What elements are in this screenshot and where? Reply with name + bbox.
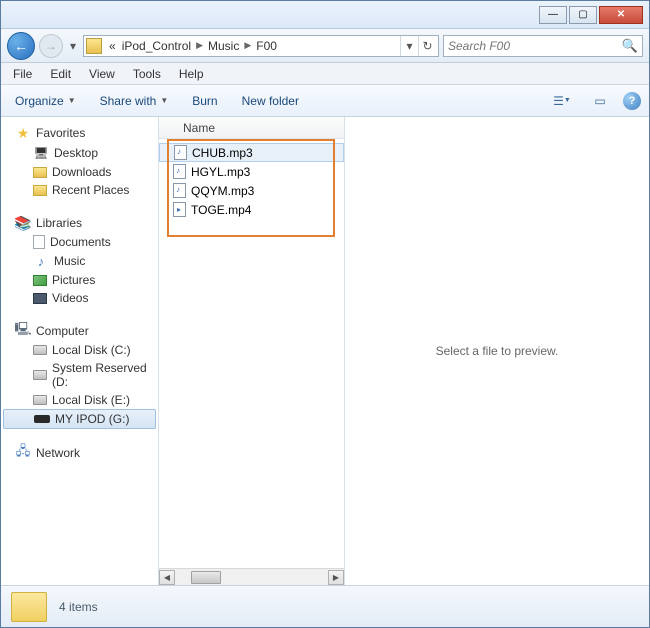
videos-icon [33,293,47,304]
disk-icon [33,395,47,405]
desktop-icon: 🖥 [33,145,49,161]
preview-pane: Select a file to preview. [345,117,649,585]
navigation-pane: ★Favorites 🖥Desktop Downloads Recent Pla… [1,117,159,585]
audio-file-icon [174,145,187,160]
file-list: CHUB.mp3 HGYL.mp3 QQYM.mp3 TOGE.mp4 [159,139,344,568]
folder-icon [33,167,47,178]
file-name: CHUB.mp3 [192,146,253,160]
nav-disk-d[interactable]: System Reserved (D: [1,359,158,391]
file-name: HGYL.mp3 [191,165,250,179]
address-dropdown[interactable]: ▾ [400,36,418,56]
network-icon: 🖧 [15,445,31,461]
menu-view[interactable]: View [81,65,123,83]
status-bar: 4 items [1,585,649,627]
file-list-pane: Name CHUB.mp3 HGYL.mp3 QQYM.mp3 TOGE.mp4… [159,117,345,585]
computer-icon: 🖳 [15,323,31,339]
nav-music[interactable]: ♪Music [1,251,158,271]
nav-pictures[interactable]: Pictures [1,271,158,289]
nav-disk-e[interactable]: Local Disk (E:) [1,391,158,409]
menu-edit[interactable]: Edit [42,65,79,83]
burn-button[interactable]: Burn [186,90,223,112]
breadcrumb-segment[interactable]: iPod_Control [119,39,194,53]
close-button[interactable]: ✕ [599,6,643,24]
computer-header[interactable]: 🖳Computer [1,321,158,341]
content-area: ★Favorites 🖥Desktop Downloads Recent Pla… [1,117,649,585]
nav-videos[interactable]: Videos [1,289,158,307]
libraries-header[interactable]: 📚Libraries [1,213,158,233]
music-icon: ♪ [33,253,49,269]
breadcrumb-segment[interactable]: F00 [253,39,280,53]
file-row[interactable]: QQYM.mp3 [159,181,344,200]
network-header[interactable]: 🖧Network [1,443,158,463]
folder-large-icon [11,592,47,622]
refresh-button[interactable]: ↻ [418,36,436,56]
breadcrumb-prefix[interactable]: « [106,39,119,53]
menu-help[interactable]: Help [171,65,212,83]
breadcrumb-separator: ▶ [194,40,205,51]
nav-desktop[interactable]: 🖥Desktop [1,143,158,163]
nav-disk-c[interactable]: Local Disk (C:) [1,341,158,359]
minimize-button[interactable]: — [539,6,567,24]
ipod-icon [34,415,50,423]
command-bar: Organize▼ Share with▼ Burn New folder ☰ … [1,85,649,117]
scroll-left-button[interactable]: ◀ [159,570,175,585]
preview-empty-text: Select a file to preview. [436,344,559,358]
folder-icon [33,185,47,196]
new-folder-button[interactable]: New folder [236,90,305,112]
forward-button[interactable]: → [39,34,63,58]
scroll-thumb[interactable] [191,571,221,584]
maximize-button[interactable]: ▢ [569,6,597,24]
file-row[interactable]: HGYL.mp3 [159,162,344,181]
video-file-icon [173,202,186,217]
breadcrumb-separator: ▶ [242,40,253,51]
item-count: 4 items [59,600,98,614]
help-button[interactable]: ? [623,92,641,110]
star-icon: ★ [15,125,31,141]
file-name: QQYM.mp3 [191,184,254,198]
audio-file-icon [173,164,186,179]
search-box[interactable]: 🔍 [443,35,643,57]
search-input[interactable] [448,39,622,53]
nav-history-dropdown[interactable]: ▾ [67,36,79,56]
view-options-button[interactable]: ☰ ▼ [547,90,577,112]
file-row[interactable]: CHUB.mp3 [159,143,344,162]
organize-button[interactable]: Organize▼ [9,90,82,112]
menu-tools[interactable]: Tools [125,65,169,83]
nav-ipod[interactable]: MY IPOD (G:) [3,409,156,429]
column-header-name[interactable]: Name [159,117,344,139]
scroll-right-button[interactable]: ▶ [328,570,344,585]
pictures-icon [33,275,47,286]
libraries-icon: 📚 [15,215,31,231]
title-bar: — ▢ ✕ [1,1,649,29]
folder-icon [86,38,102,54]
share-button[interactable]: Share with▼ [94,90,175,112]
audio-file-icon [173,183,186,198]
address-bar[interactable]: « iPod_Control ▶ Music ▶ F00 ▾ ↻ [83,35,439,57]
preview-pane-button[interactable]: ▭ [585,90,615,112]
disk-icon [33,345,47,355]
horizontal-scrollbar[interactable]: ◀ ▶ [159,568,344,585]
favorites-header[interactable]: ★Favorites [1,123,158,143]
document-icon [33,235,45,249]
nav-downloads[interactable]: Downloads [1,163,158,181]
file-name: TOGE.mp4 [191,203,251,217]
file-row[interactable]: TOGE.mp4 [159,200,344,219]
back-button[interactable]: ← [7,32,35,60]
nav-documents[interactable]: Documents [1,233,158,251]
menu-bar: File Edit View Tools Help [1,63,649,85]
nav-bar: ← → ▾ « iPod_Control ▶ Music ▶ F00 ▾ ↻ 🔍 [1,29,649,63]
scroll-track[interactable] [175,570,328,585]
breadcrumb-segment[interactable]: Music [205,39,242,53]
search-icon: 🔍 [622,38,638,54]
disk-icon [33,370,47,380]
menu-file[interactable]: File [5,65,40,83]
nav-recent[interactable]: Recent Places [1,181,158,199]
